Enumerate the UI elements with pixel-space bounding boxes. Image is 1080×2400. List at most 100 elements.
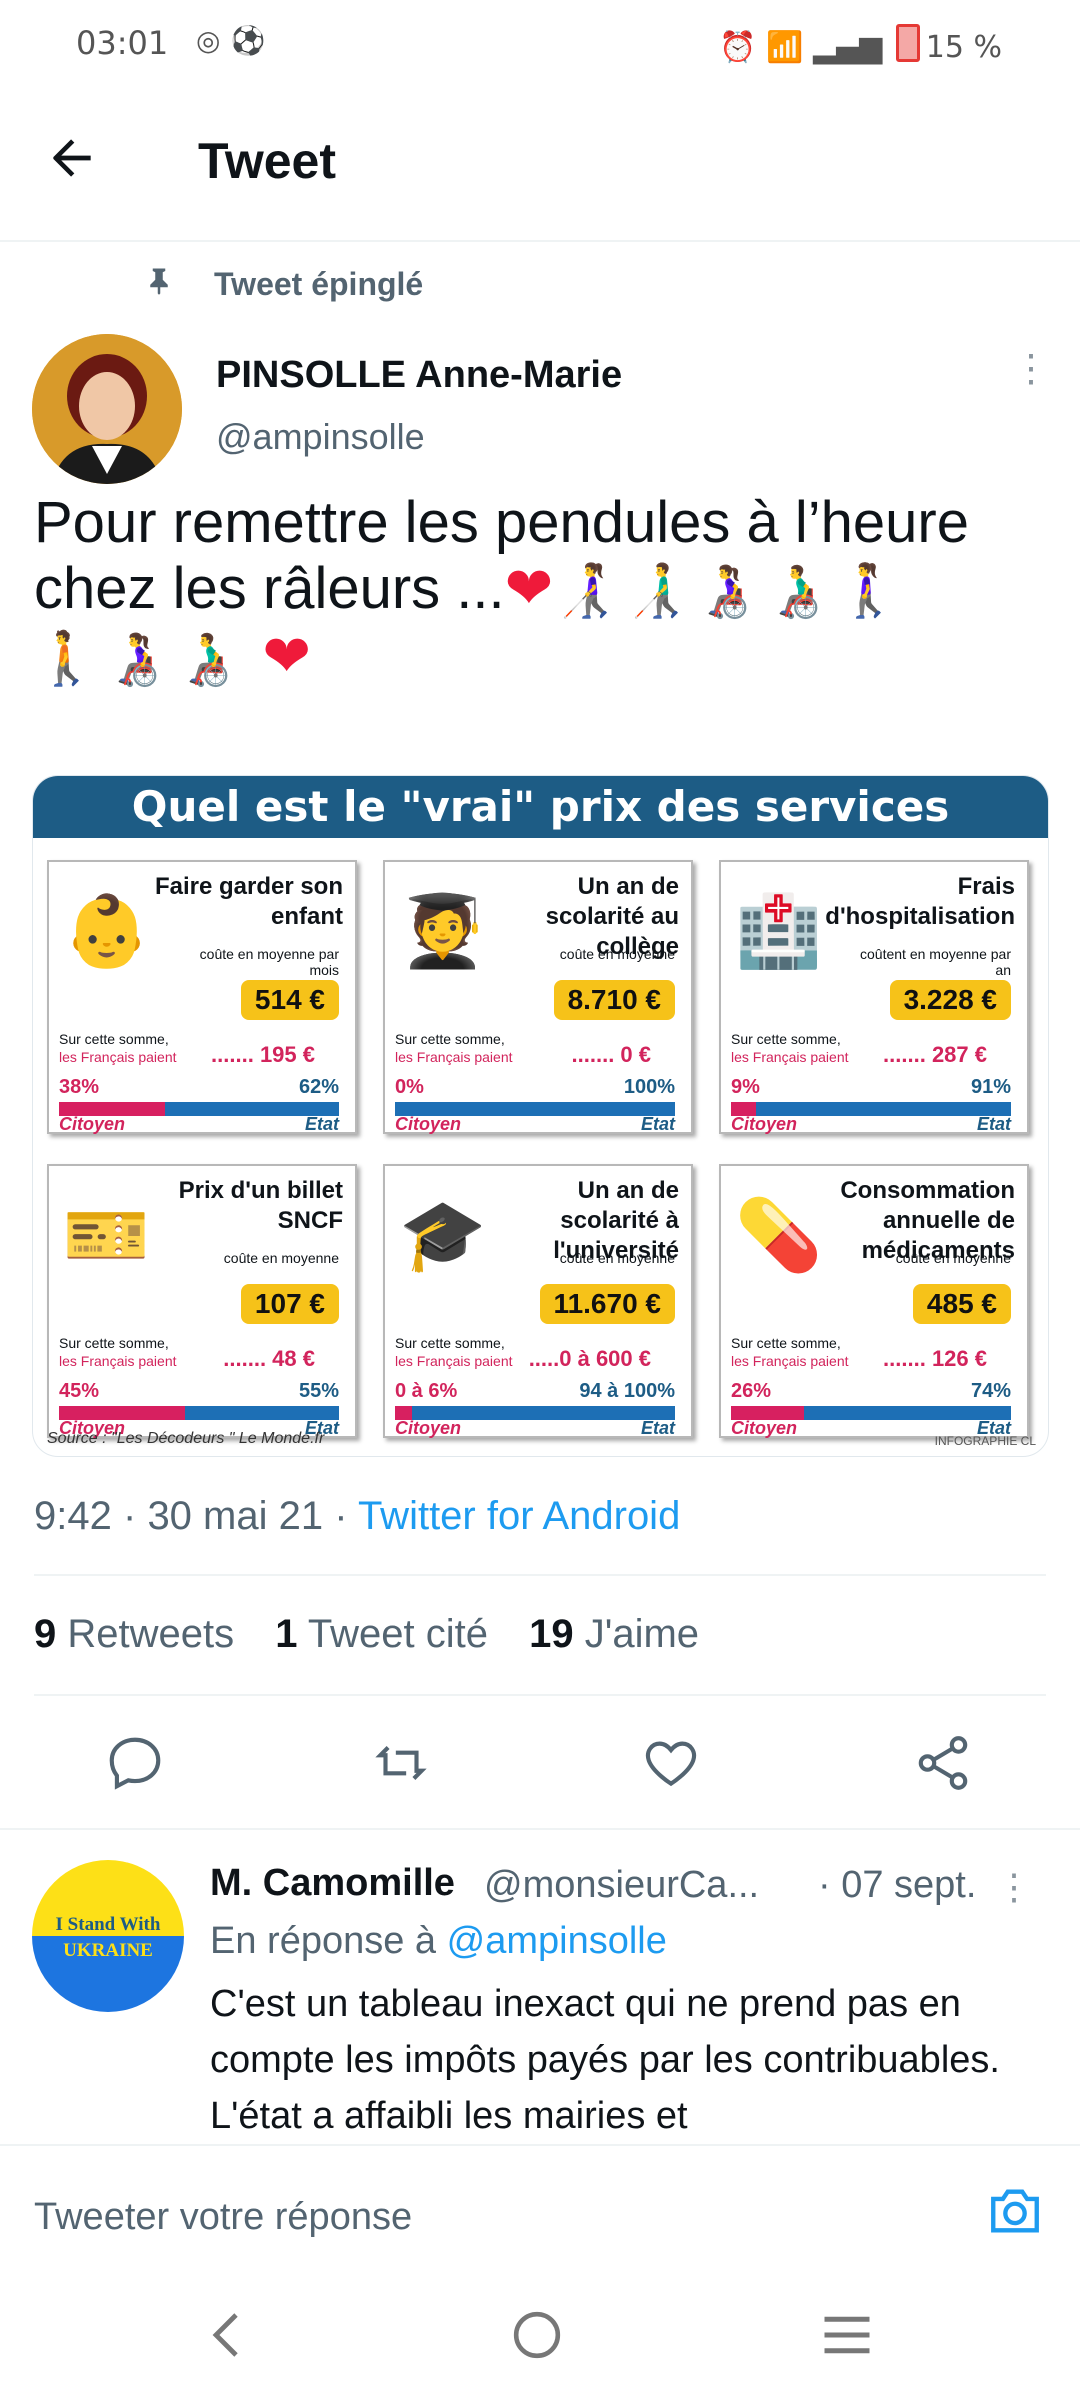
infographic-card: 🧑‍🎓 Un an de scolarité au collège coûte en…	[383, 860, 693, 1134]
reply-author-handle[interactable]: @monsieurCa...	[484, 1864, 759, 1907]
card-cost-label: coûte en moyenne	[223, 1250, 339, 1266]
status-time: 03:01	[76, 24, 169, 62]
sur-line-1: Sur cette somme,	[731, 1335, 841, 1351]
tweet-timestamp: 9:42 · 30 mai 21 · Twitter for Android	[34, 1494, 680, 1539]
card-citoyen-pct: 0%	[395, 1076, 424, 1098]
infographic-credit: INFOGRAPHIE CL	[934, 1434, 1036, 1448]
card-sur-text: Sur cette somme, les Français paient	[59, 1030, 177, 1066]
quotes-label: Tweet cité	[307, 1612, 488, 1656]
tweet-text-line-1: Pour remettre les pendules à l’heure	[34, 490, 969, 555]
meta-separator: ·	[122, 1494, 137, 1538]
tweet-text: Pour remettre les pendules à l’heure che…	[34, 490, 1044, 692]
infographic-card: 🎫 Prix d'un billet SNCF coûte en moyenne 10…	[47, 1164, 357, 1438]
card-illustration-icon: 💊	[735, 1196, 823, 1274]
card-citoyen-label: Citoyen	[59, 1114, 126, 1134]
card-paid: ....... 0 €	[571, 1042, 651, 1067]
infographic-card: 🏥 Frais d'hospitalisation coûtent en moyen…	[719, 860, 1029, 1134]
divider	[0, 1828, 1080, 1830]
reply-icon[interactable]	[104, 1732, 174, 1802]
soccer-icon: ⚽	[230, 24, 276, 57]
likes-label: J'aime	[584, 1612, 700, 1656]
card-price: 485 €	[912, 1284, 1011, 1324]
card-sur-text: Sur cette somme, les Français paient	[731, 1334, 849, 1370]
compose-reply-bar: Tweeter votre réponse	[0, 2144, 1080, 2272]
nav-recents-icon[interactable]	[820, 2310, 874, 2365]
sur-line-2: les Français paient	[59, 1353, 177, 1369]
back-arrow-icon[interactable]	[44, 130, 100, 196]
retweet-icon[interactable]	[370, 1732, 440, 1802]
reply-author-avatar[interactable]: I Stand With UKRAINE	[32, 1860, 184, 2012]
pin-icon	[144, 264, 174, 307]
card-citoyen-pct: 26%	[731, 1380, 772, 1402]
sur-line-1: Sur cette somme,	[59, 1031, 169, 1047]
sur-line-1: Sur cette somme,	[731, 1031, 841, 1047]
battery-level: 15 %	[925, 30, 1002, 65]
tweet-image-infographic[interactable]: Quel est le "vrai" prix des services fin…	[32, 775, 1049, 1457]
meta-separator: ·	[334, 1494, 348, 1538]
author-avatar[interactable]	[32, 334, 182, 484]
card-cost-label: coûte en moyenne	[559, 946, 675, 962]
status-bar: 03:01 ◎⚽ ⏰ 📶 ▂▄▆ 15 %	[0, 0, 1080, 90]
author-handle[interactable]: @ampinsolle	[216, 416, 425, 458]
card-sur-text: Sur cette somme, les Français paient	[395, 1334, 513, 1370]
card-paid: ....... 48 €	[223, 1346, 315, 1371]
reply-date: · 07 sept.	[818, 1864, 977, 1906]
sur-line-2: les Français paient	[395, 1353, 513, 1369]
instagram-icon: ◎	[196, 24, 231, 57]
reply-author-name[interactable]: M. Camomille	[210, 1862, 455, 1905]
quotes-count: 1	[275, 1612, 298, 1656]
avatar-text-1: I Stand With	[55, 1914, 161, 1935]
card-cost-label: coûte en moyenne	[895, 1250, 1011, 1266]
tweet-time: 9:42	[34, 1494, 112, 1538]
card-etat-pct: 94 à 100%	[579, 1380, 675, 1402]
infographic-source: Source : "Les Décodeurs " Le Monde.fr	[47, 1430, 325, 1447]
tweet-stats: 9 Retweets 1 Tweet cité 19 J'aime	[34, 1612, 729, 1657]
retweets-label: Retweets	[67, 1612, 235, 1656]
infographic-title: Quel est le "vrai" prix des services fin…	[33, 776, 1048, 893]
reply-mention-link[interactable]: @ampinsolle	[447, 1920, 667, 1962]
camera-icon[interactable]	[986, 2186, 1044, 2241]
retweets-stat[interactable]: 9 Retweets	[34, 1612, 234, 1656]
card-price: 3.228 €	[889, 980, 1011, 1020]
likes-stat[interactable]: 19 J'aime	[529, 1612, 699, 1656]
card-price: 107 €	[240, 1284, 339, 1324]
card-etat-pct: 62%	[298, 1076, 339, 1098]
card-citoyen-pct: 38%	[59, 1076, 100, 1098]
card-paid: ....... 126 €	[883, 1346, 987, 1371]
card-title: Frais d'hospitalisation	[825, 873, 1015, 930]
nav-back-icon[interactable]	[208, 2310, 248, 2365]
card-paid: .....0 à 600 €	[528, 1346, 651, 1371]
tweet-source-link[interactable]: Twitter for Android	[358, 1494, 680, 1538]
author-name[interactable]: PINSOLLE Anne-Marie	[216, 354, 622, 397]
retweets-count: 9	[34, 1612, 57, 1656]
share-icon[interactable]	[912, 1732, 982, 1802]
more-options-icon[interactable]: ⋮	[1012, 350, 1050, 388]
card-illustration-icon: 🎫	[63, 1196, 151, 1274]
tweet-action-bar	[0, 1732, 1080, 1812]
card-illustration-icon: 🎓	[399, 1196, 487, 1274]
heart-emoji-icon: ❤	[504, 556, 554, 621]
card-citoyen-label: Citoyen	[731, 1418, 798, 1438]
reply-more-options-icon[interactable]: ⋮	[996, 1866, 1032, 1908]
card-citoyen-label: Citoyen	[395, 1418, 462, 1438]
sur-line-2: les Français paient	[731, 1049, 849, 1065]
card-citoyen-pct: 45%	[59, 1380, 100, 1402]
replying-prefix: En réponse à	[210, 1920, 437, 1962]
quotes-stat[interactable]: 1 Tweet cité	[275, 1612, 488, 1656]
card-paid: ....... 287 €	[883, 1042, 987, 1067]
avatar-text-2: UKRAINE	[63, 1940, 153, 1961]
reply-input[interactable]: Tweeter votre réponse	[34, 2196, 412, 2239]
card-etat-label: Etat	[640, 1114, 675, 1134]
pinned-label: Tweet épinglé	[214, 266, 424, 302]
card-price: 8.710 €	[553, 980, 675, 1020]
card-cost-label: coûte en moyenne par mois	[199, 946, 339, 978]
divider	[34, 1694, 1046, 1696]
emoji-sequence-1: 👩‍🦯👨‍🦯👩‍🦽👨‍🦽🚶‍♀️	[553, 562, 907, 620]
card-price: 514 €	[240, 980, 339, 1020]
reply-text: C'est un tableau inexact qui ne prend pa…	[210, 1983, 1000, 2136]
likes-count: 19	[529, 1612, 574, 1656]
nav-home-icon[interactable]	[512, 2310, 562, 2365]
card-price: 11.670 €	[539, 1284, 675, 1324]
sur-line-2: les Français paient	[59, 1049, 177, 1065]
like-icon[interactable]	[640, 1732, 710, 1802]
